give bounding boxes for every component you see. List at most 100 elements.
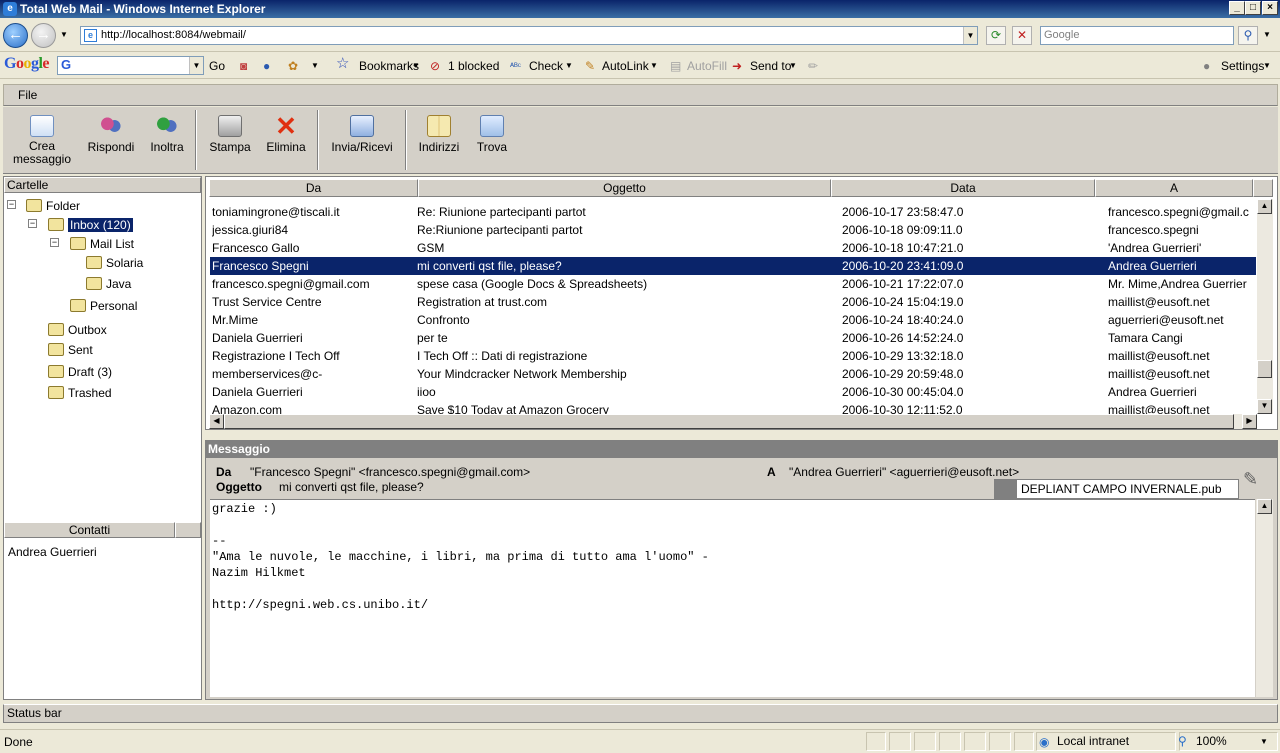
- mail-subject: GSM: [417, 241, 445, 255]
- gadgets-dropdown[interactable]: ▼: [311, 58, 319, 74]
- recent-pages-dropdown[interactable]: ▼: [60, 30, 68, 39]
- mail-row[interactable]: toniamingrone@tiscali.it Re: Riunione par…: [210, 203, 1256, 221]
- address-toolbar: ← → ▼ e http://localhost:8084/webmail/ ▼…: [0, 18, 1280, 52]
- mail-row[interactable]: memberservices@c- Your Mindcracker Networ…: [210, 365, 1256, 383]
- forward-button[interactable]: →: [31, 23, 56, 48]
- check-dropdown[interactable]: ▼: [565, 58, 573, 74]
- column-header-subject[interactable]: Oggetto: [418, 179, 831, 197]
- mail-date: 2006-10-18 10:47:21.0: [842, 241, 964, 255]
- maximize-button[interactable]: □: [1245, 1, 1261, 15]
- tree-item-sent[interactable]: Sent: [48, 342, 93, 358]
- reply-button[interactable]: Rispondi: [83, 107, 139, 173]
- mail-list-collapse-toggle[interactable]: −: [50, 238, 59, 247]
- status-segment: [964, 732, 986, 751]
- stop-button[interactable]: ✕: [1012, 26, 1032, 45]
- refresh-button[interactable]: ⟳: [986, 26, 1006, 45]
- print-button[interactable]: Stampa: [203, 107, 257, 173]
- send-to-button[interactable]: Send to: [750, 58, 791, 74]
- to-label: A: [767, 465, 776, 479]
- forward-mail-button[interactable]: Inoltra: [145, 107, 189, 173]
- send-receive-button[interactable]: Invia/Ricevi: [325, 107, 399, 173]
- check-button[interactable]: Check: [529, 58, 563, 74]
- address-dropdown[interactable]: ▼: [963, 27, 977, 44]
- address-book-icon: [427, 115, 451, 137]
- minimize-button[interactable]: _: [1229, 1, 1245, 15]
- address-input[interactable]: e http://localhost:8084/webmail/ ▼: [80, 26, 978, 45]
- highlighter-icon[interactable]: ✏: [808, 58, 818, 74]
- globe-icon[interactable]: ●: [263, 58, 270, 74]
- google-search-input[interactable]: G ▼: [57, 56, 204, 75]
- mail-row[interactable]: francesco.spegni@gmail.com spese casa (Go…: [210, 275, 1256, 293]
- autofill-button[interactable]: AutoFill: [687, 58, 727, 74]
- autolink-button[interactable]: AutoLink: [602, 58, 649, 74]
- page-icon: e: [84, 29, 97, 42]
- tree-item-inbox[interactable]: Inbox (120): [48, 217, 134, 233]
- status-segment: [939, 732, 961, 751]
- column-header-to[interactable]: A: [1095, 179, 1253, 197]
- send-to-dropdown[interactable]: ▼: [789, 58, 797, 74]
- close-window-button[interactable]: ×: [1262, 1, 1278, 15]
- popup-blocked-button[interactable]: 1 blocked: [448, 58, 499, 74]
- window-title-bar: e Total Web Mail - Windows Internet Expl…: [0, 0, 1280, 18]
- zoom-control[interactable]: ⚲ 100% ▼: [1178, 732, 1278, 751]
- attachment-item[interactable]: DEPLIANT CAMPO INVERNALE.pub: [994, 479, 1239, 499]
- scroll-thumb[interactable]: [1257, 360, 1272, 378]
- new-message-button[interactable]: Crea messaggio: [7, 107, 77, 173]
- news-icon[interactable]: ◙: [240, 58, 247, 74]
- autolink-dropdown[interactable]: ▼: [650, 58, 658, 74]
- scroll-down-button[interactable]: ▼: [1257, 399, 1272, 414]
- mail-row[interactable]: Trust Service Centre Registration at trus…: [210, 293, 1256, 311]
- security-zone[interactable]: ◉ Local intranet: [1036, 732, 1176, 751]
- mail-row[interactable]: Registrazione I Tech Off I Tech Off :: Da…: [210, 347, 1256, 365]
- delete-button[interactable]: ✕ Elimina: [261, 107, 311, 173]
- settings-button[interactable]: Settings: [1221, 58, 1264, 74]
- scroll-left-button[interactable]: ◀: [209, 414, 224, 429]
- tree-item-mail-list[interactable]: Mail List: [70, 236, 134, 252]
- tree-item-personal[interactable]: Personal: [70, 298, 137, 314]
- delete-icon: ✕: [275, 111, 297, 141]
- go-button[interactable]: Go: [209, 58, 225, 74]
- message-body[interactable]: grazie :) -- "Ama le nuvole, le macchine…: [210, 499, 1255, 697]
- contact-item[interactable]: Andrea Guerrieri: [8, 544, 97, 560]
- hscroll-thumb[interactable]: [224, 414, 1234, 429]
- inbox-collapse-toggle[interactable]: −: [28, 219, 37, 228]
- paperclip-icon: ✎: [1243, 469, 1259, 489]
- address-book-button[interactable]: Indirizzi: [413, 107, 465, 173]
- scroll-right-button[interactable]: ▶: [1242, 414, 1257, 429]
- zoom-dropdown[interactable]: ▼: [1260, 733, 1268, 750]
- autolink-icon: ✎: [585, 59, 596, 73]
- tree-item-solaria[interactable]: Solaria: [86, 255, 143, 271]
- tree-item-trashed[interactable]: Trashed: [48, 385, 112, 401]
- mail-row[interactable]: Francesco Gallo GSM 2006-10-18 10:47:21.0 '…: [210, 239, 1256, 257]
- mail-list-vscrollbar[interactable]: ▲ ▼: [1257, 199, 1273, 414]
- search-icon[interactable]: ⚲: [1238, 26, 1258, 45]
- column-header-from[interactable]: Da: [209, 179, 418, 197]
- folder-collapse-toggle[interactable]: −: [7, 200, 16, 209]
- bookmarks-dropdown[interactable]: ▼: [412, 58, 420, 74]
- find-button[interactable]: Trova: [469, 107, 515, 173]
- mail-list-hscrollbar[interactable]: ◀ ▶: [209, 414, 1257, 429]
- mail-row[interactable]: Francesco Spegni mi converti qst file, pl…: [210, 257, 1256, 275]
- mail-row[interactable]: Mr.Mime Confronto 2006-10-24 18:40:24.0 agu…: [210, 311, 1256, 329]
- message-scroll-up-button[interactable]: ▲: [1257, 499, 1272, 514]
- bookmarks-button[interactable]: Bookmarks: [359, 58, 419, 74]
- message-vscrollbar[interactable]: ▲: [1256, 499, 1273, 697]
- browser-search-input[interactable]: Google: [1040, 26, 1234, 45]
- mail-row[interactable]: Daniela Guerrieri per te 2006-10-26 14:52:…: [210, 329, 1256, 347]
- back-button[interactable]: ←: [3, 23, 28, 48]
- mail-row[interactable]: jessica.giuri84 Re:Riunione partecipanti …: [210, 221, 1256, 239]
- search-options-dropdown[interactable]: ▼: [1263, 30, 1271, 39]
- tree-item-folder[interactable]: Folder: [26, 198, 80, 214]
- mail-row[interactable]: Daniela Guerrieri iioo 2006-10-30 00:45:04…: [210, 383, 1256, 401]
- gadgets-icon[interactable]: ✿: [288, 58, 298, 74]
- settings-dropdown[interactable]: ▼: [1263, 58, 1271, 74]
- tree-item-draft[interactable]: Draft (3): [48, 364, 112, 380]
- tree-item-java[interactable]: Java: [86, 276, 131, 292]
- mail-date: 2006-10-26 14:52:24.0: [842, 331, 964, 345]
- file-menu[interactable]: File: [18, 88, 37, 102]
- tree-item-outbox[interactable]: Outbox: [48, 322, 107, 338]
- google-search-dropdown[interactable]: ▼: [189, 57, 203, 74]
- column-header-date[interactable]: Data: [831, 179, 1095, 197]
- scroll-up-button[interactable]: ▲: [1257, 199, 1272, 214]
- status-segment: [914, 732, 936, 751]
